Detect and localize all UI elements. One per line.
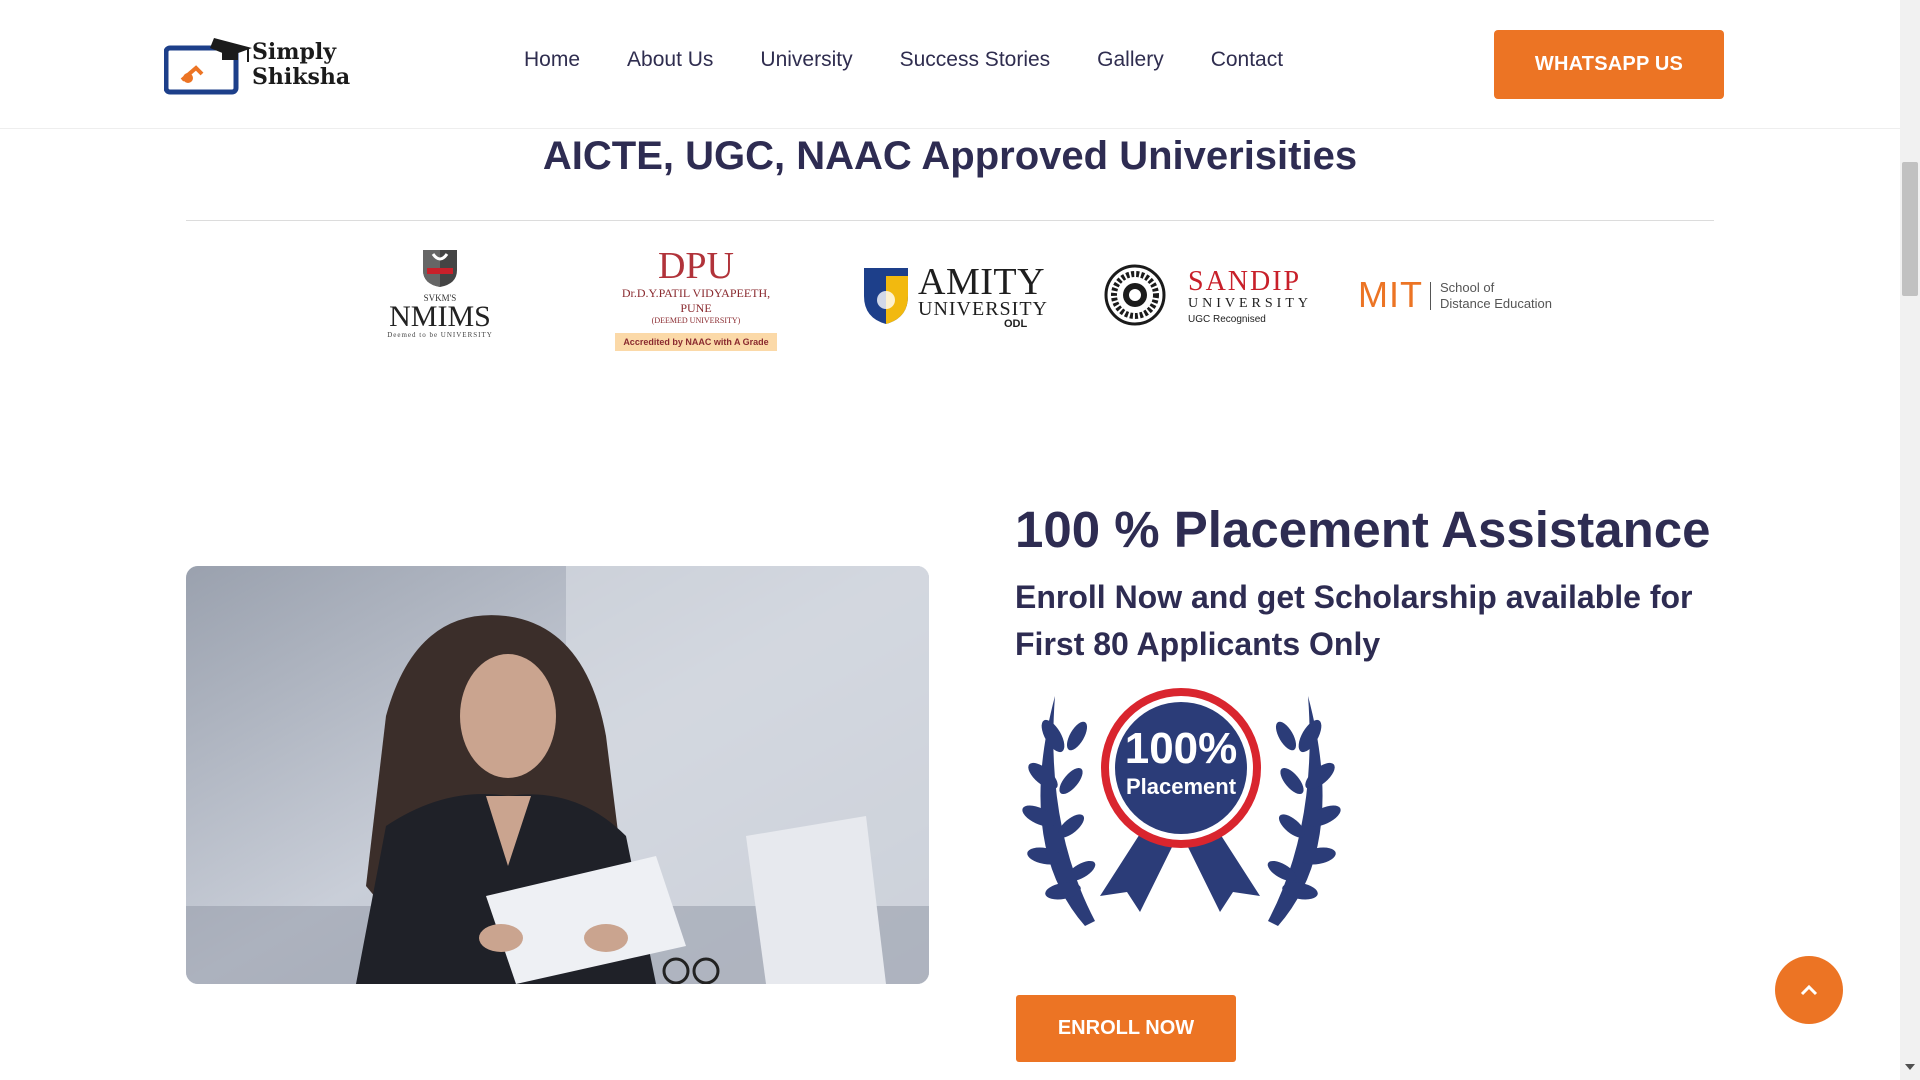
amity-university: UNIVERSITY: [918, 298, 1048, 320]
student-image: [186, 566, 929, 984]
badge-text: 100% Placement: [1108, 726, 1254, 802]
amity-logo[interactable]: AMITY UNIVERSITY ODL: [862, 240, 1047, 350]
nmims-tagline: Deemed to be UNIVERSITY: [387, 331, 493, 339]
dpu-logo[interactable]: DPU Dr.D.Y.PATIL VIDYAPEETH, PUNE (DEEME…: [606, 240, 786, 351]
mit-line-2: Distance Education: [1440, 296, 1553, 311]
section-divider: [186, 220, 1714, 221]
nav-gallery[interactable]: Gallery: [1097, 48, 1164, 72]
dpu-accreditation-badge: Accredited by NAAC with A Grade: [615, 333, 777, 351]
approved-universities-heading: AICTE, UGC, NAAC Approved Univerisities: [542, 134, 1358, 178]
student-photo: [186, 566, 929, 984]
mit-logo[interactable]: MIT School of Distance Education: [1358, 240, 1578, 350]
dpu-fullname: Dr.D.Y.PATIL VIDYAPEETH, PUNE: [621, 286, 771, 315]
badge-percent: 100%: [1124, 724, 1238, 773]
whatsapp-button[interactable]: WHATSAPP US: [1494, 30, 1724, 99]
placement-heading: 100 % Placement Assistance: [1015, 501, 1711, 558]
sandip-ugc-label: UGC Recognised: [1188, 314, 1266, 325]
nav-about-us[interactable]: About Us: [627, 48, 713, 72]
scrollbar-thumb[interactable]: [1902, 162, 1918, 296]
sandip-university: UNIVERSITY: [1188, 296, 1312, 311]
university-logos: SVKM'S NMIMS Deemed to be UNIVERSITY DPU…: [380, 240, 1580, 351]
logo-text: Simply Shiksha: [252, 40, 350, 90]
logo-icon: [164, 38, 252, 95]
amity-odl: ODL: [1004, 318, 1028, 330]
nav-university[interactable]: University: [760, 48, 852, 72]
sandip-name: SANDIP: [1188, 266, 1302, 297]
nav-success-stories[interactable]: Success Stories: [900, 48, 1051, 72]
placement-subheading: Enroll Now and get Scholarship available…: [1015, 579, 1693, 662]
chevron-up-icon: [1800, 984, 1818, 996]
dpu-subtitle: (DEEMED UNIVERSITY): [651, 316, 741, 325]
nmims-logo[interactable]: SVKM'S NMIMS Deemed to be UNIVERSITY: [380, 240, 500, 350]
nav-home[interactable]: Home: [524, 48, 580, 72]
amity-shield-icon: [864, 268, 908, 324]
nmims-name: NMIMS: [389, 300, 491, 333]
mit-separator: [1430, 282, 1431, 310]
nmims-shield-icon: [423, 250, 457, 287]
mit-description: School of Distance Education: [1440, 280, 1552, 312]
main-nav: Home About Us University Success Stories…: [524, 48, 1330, 72]
page: Simply Shiksha Home About Us University …: [0, 0, 1900, 1080]
badge-label: Placement: [1125, 774, 1237, 799]
dpu-name: DPU: [657, 245, 735, 287]
amity-name: AMITY: [918, 261, 1046, 303]
logo-line-2: Shiksha: [252, 64, 351, 90]
placement-badge: 100% Placement: [1015, 676, 1348, 942]
page-scrollbar[interactable]: [1900, 0, 1920, 1080]
mit-name: MIT: [1358, 274, 1423, 315]
enroll-now-button[interactable]: ENROLL NOW: [1016, 995, 1236, 1062]
sandip-emblem-icon: [1104, 264, 1166, 326]
site-logo[interactable]: Simply Shiksha: [164, 34, 354, 96]
laurel-badge-icon: [1022, 688, 1341, 926]
mit-line-1: School of: [1440, 280, 1495, 295]
scroll-down-arrow-icon[interactable]: [1905, 1064, 1915, 1070]
scroll-to-top-button[interactable]: [1775, 956, 1843, 1024]
site-header: Simply Shiksha Home About Us University …: [0, 0, 1900, 129]
sandip-logo[interactable]: SANDIP UNIVERSITY UGC Recognised: [1104, 240, 1324, 350]
logo-line-1: Simply: [252, 39, 337, 65]
nav-contact[interactable]: Contact: [1211, 48, 1283, 72]
